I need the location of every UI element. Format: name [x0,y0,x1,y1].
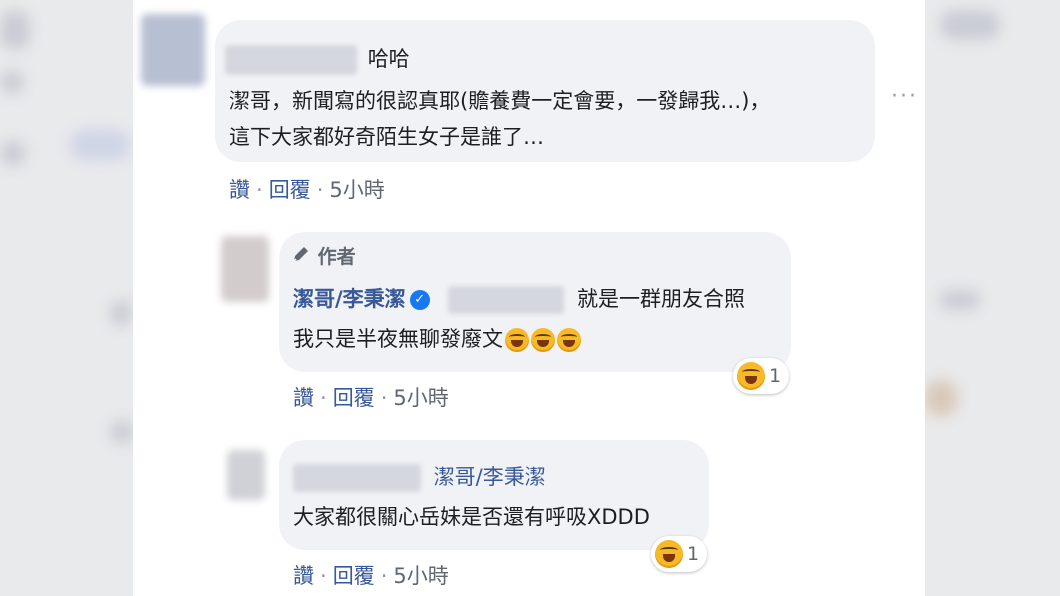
comment-text-suffix: 哈哈 [367,47,410,71]
author-badge-label: 作者 [317,246,356,268]
laughing-face-icon [737,362,765,390]
reply-text: 大家都很關心岳妹是否還有呼吸XDDD [293,505,650,529]
avatar[interactable] [227,450,265,500]
reply-second-line: 我只是半夜無聊發廢文 [293,324,581,354]
comment-text-line: 這下大家都好奇陌生女子是誰了… [229,125,544,149]
laughing-face-icon [505,328,529,352]
timestamp[interactable]: 5小時 [393,386,448,410]
comment-author-line: 哈哈 [225,44,410,75]
more-options-icon[interactable]: ··· [891,84,918,109]
reaction-count[interactable]: 1 [651,536,708,572]
reply-button[interactable]: 回覆 [333,386,375,410]
comment-actions: 讚 · 回覆 · 5小時 [229,178,385,202]
laughing-face-icon [557,328,581,352]
blurred-mention[interactable] [448,286,565,314]
reply-first-line: 潔哥/李秉潔 ✓ 就是一群朋友合照 [293,284,745,314]
reply-bubble [279,440,709,550]
comment-panel: 哈哈 潔哥，新聞寫的很認真耶(贍養費一定會要，一發歸我…)， 這下大家都好奇陌生… [133,0,925,596]
mention-link[interactable]: 潔哥/李秉潔 [434,465,546,489]
laughing-face-icon [531,328,555,352]
verified-check-icon: ✓ [409,290,430,310]
comment-actions: 讚 · 回覆 · 5小時 [293,564,449,588]
like-button[interactable]: 讚 [293,386,314,410]
laughing-face-icon [655,540,683,568]
comment-actions: 讚 · 回覆 · 5小時 [293,386,449,410]
reaction-count[interactable]: 1 [733,358,790,394]
author-name-link[interactable]: 潔哥/李秉潔 [293,287,406,311]
reply-text-part: 就是一群朋友合照 [577,287,746,311]
author-badge: 作者 [291,242,356,273]
reply-button[interactable]: 回覆 [333,564,375,588]
timestamp[interactable]: 5小時 [393,564,448,588]
timestamp[interactable]: 5小時 [329,178,384,202]
blurred-author-name[interactable] [225,45,357,75]
avatar[interactable] [141,14,205,86]
reply-button[interactable]: 回覆 [269,178,311,202]
reply-first-line: 潔哥/李秉潔 [293,462,546,492]
blurred-author-name[interactable] [293,464,421,492]
like-button[interactable]: 讚 [229,178,250,202]
avatar[interactable] [221,236,269,302]
like-button[interactable]: 讚 [293,564,314,588]
comment-text-line: 潔哥，新聞寫的很認真耶(贍養費一定會要，一發歸我…)， [229,89,771,113]
pencil-icon [291,243,311,273]
